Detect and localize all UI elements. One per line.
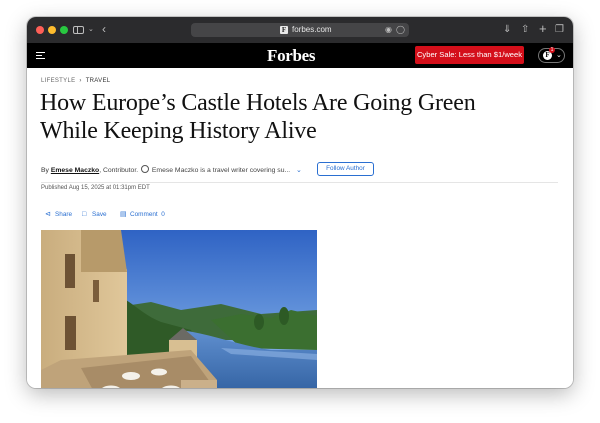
article: LIFESTYLE › TRAVEL How Europe’s Castle Hot… bbox=[27, 68, 573, 388]
share-button[interactable]: ⊲ Share bbox=[45, 210, 72, 220]
cyber-sale-button[interactable]: Cyber Sale: Less than $1/week bbox=[415, 46, 524, 64]
tab-overview-icon[interactable]: ❐ bbox=[555, 23, 564, 37]
article-headline: How Europe’s Castle Hotels Are Going Gre… bbox=[40, 89, 560, 145]
headline-line-1: How Europe’s Castle Hotels Are Going Gre… bbox=[40, 90, 476, 116]
author-link[interactable]: Emese Maczko bbox=[51, 167, 99, 174]
hero-image bbox=[41, 230, 317, 388]
breadcrumb-lifestyle[interactable]: LIFESTYLE bbox=[41, 78, 75, 84]
minimize-window-button[interactable] bbox=[48, 26, 56, 34]
chevron-down-icon[interactable]: ⌄ bbox=[296, 167, 302, 174]
sidebar-toggle-icon[interactable] bbox=[73, 26, 84, 34]
comment-count: 0 bbox=[161, 211, 165, 218]
byline: By Emese Maczko, Contributor. Emese Macz… bbox=[41, 165, 302, 175]
author-description: Emese Maczko is a travel writer covering… bbox=[151, 167, 291, 174]
downloads-icon[interactable]: ⇓ bbox=[503, 23, 511, 37]
shield-icon[interactable]: ◯ bbox=[396, 24, 405, 36]
follow-author-button[interactable]: Follow Author bbox=[317, 162, 374, 176]
byline-prefix: By bbox=[41, 167, 49, 174]
info-icon[interactable] bbox=[141, 165, 149, 173]
browser-window: ⌄ ‹ F forbes.com ◉ ◯ ⇓ ⇧ + ❐ Forbes Cybe… bbox=[27, 17, 573, 388]
back-arrow-icon[interactable]: ‹ bbox=[102, 22, 106, 36]
published-date: Published Aug 15, 2025 at 01:31pm EDT bbox=[41, 185, 150, 191]
breadcrumb-travel[interactable]: TRAVEL bbox=[86, 78, 111, 84]
share-icon[interactable]: ⇧ bbox=[521, 23, 529, 37]
breadcrumb: LIFESTYLE › TRAVEL bbox=[41, 77, 110, 85]
divider bbox=[41, 182, 558, 183]
author-role: , Contributor. bbox=[99, 167, 139, 174]
new-tab-icon[interactable]: + bbox=[539, 22, 547, 36]
notification-badge: 1 bbox=[549, 47, 555, 53]
chevron-down-icon: ⌄ bbox=[556, 52, 562, 59]
account-menu-button[interactable]: F 1 ⌄ bbox=[538, 47, 565, 63]
forbes-logo[interactable]: Forbes bbox=[267, 46, 316, 65]
menu-search-icon[interactable] bbox=[36, 52, 45, 60]
bookmark-icon: □ bbox=[82, 211, 87, 218]
browser-toolbar: ⌄ ‹ F forbes.com ◉ ◯ ⇓ ⇧ + ❐ bbox=[27, 17, 573, 43]
close-window-button[interactable] bbox=[36, 26, 44, 34]
save-button[interactable]: □ Save bbox=[82, 210, 107, 220]
headline-line-2: While Keeping History Alive bbox=[40, 118, 317, 144]
share-icon: ⊲ bbox=[45, 211, 51, 218]
site-favicon: F bbox=[280, 26, 288, 34]
site-header: Forbes Cyber Sale: Less than $1/week F 1… bbox=[27, 43, 573, 68]
zoom-window-button[interactable] bbox=[60, 26, 68, 34]
chevron-down-icon[interactable]: ⌄ bbox=[88, 23, 94, 37]
comment-button[interactable]: ▤ Comment 0 bbox=[120, 210, 165, 220]
privacy-report-icon[interactable]: ◉ bbox=[385, 24, 392, 36]
comment-icon: ▤ bbox=[120, 211, 127, 218]
address-bar[interactable]: F forbes.com ◉ ◯ bbox=[191, 23, 409, 37]
address-url: forbes.com bbox=[292, 25, 332, 34]
chevron-right-icon: › bbox=[79, 78, 82, 84]
